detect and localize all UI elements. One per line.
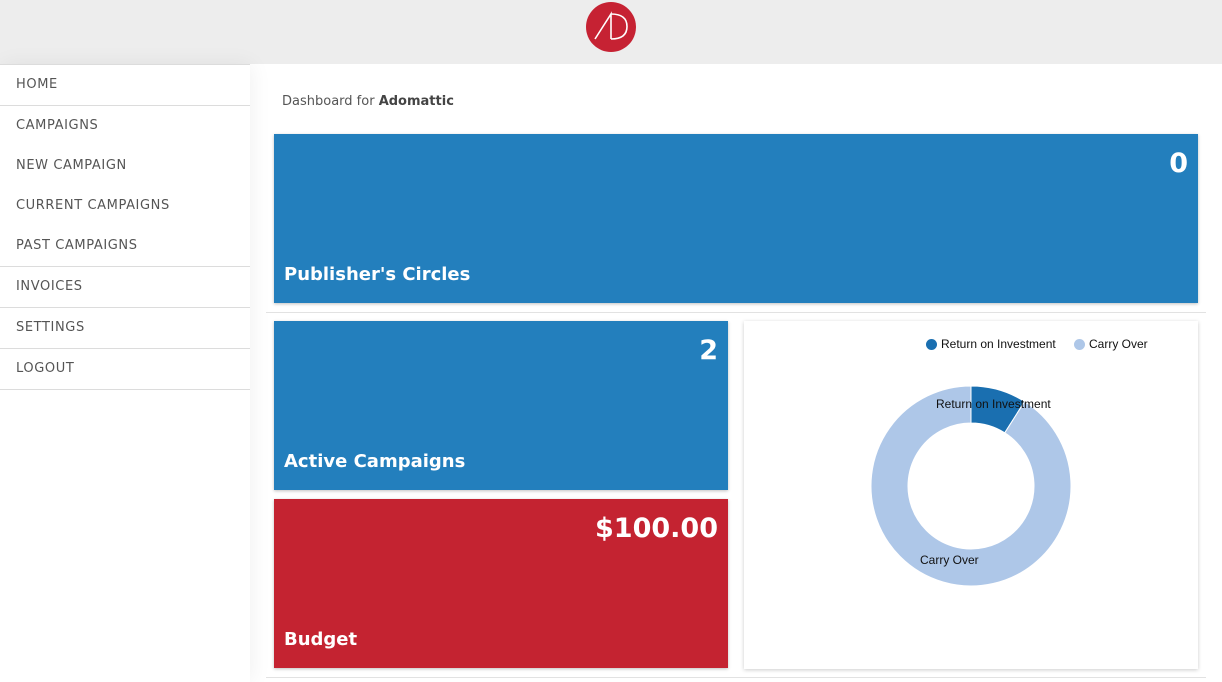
publishers-circles-card[interactable]: 0 Publisher's Circles [274, 134, 1198, 303]
logo-icon[interactable] [586, 2, 636, 52]
breadcrumb-account-name: Adomattic [378, 94, 454, 109]
sidebar-item-logout[interactable]: LOGOUT [0, 349, 250, 389]
sidebar-item-invoices[interactable]: INVOICES [0, 267, 250, 307]
sidebar-item-campaigns[interactable]: CAMPAIGNS [0, 106, 250, 146]
sidebar-item-new-campaign[interactable]: NEW CAMPAIGN [0, 146, 250, 186]
sidebar-item-settings[interactable]: SETTINGS [0, 308, 250, 348]
donut-label-carry-over: Carry Over [920, 553, 979, 567]
sidebar: HOME CAMPAIGNS NEW CAMPAIGN CURRENT CAMP… [0, 64, 250, 682]
active-campaigns-count: 2 [699, 335, 718, 366]
divider [266, 312, 1206, 313]
sidebar-item-home[interactable]: HOME [0, 65, 250, 105]
divider [0, 389, 250, 390]
roi-chart-card: Return on Investment Carry Over Return o… [744, 321, 1198, 669]
budget-label: Budget [284, 629, 358, 650]
budget-card[interactable]: $100.00 Budget [274, 499, 728, 668]
donut-label-roi: Return on Investment [936, 397, 1051, 411]
divider [266, 677, 1206, 678]
publishers-circles-count: 0 [1169, 148, 1188, 179]
main-content: Dashboard for Adomattic 0 Publisher's Ci… [250, 64, 1222, 682]
active-campaigns-card[interactable]: 2 Active Campaigns [274, 321, 728, 490]
active-campaigns-label: Active Campaigns [284, 451, 466, 472]
top-bar [0, 0, 1222, 64]
publishers-circles-label: Publisher's Circles [284, 264, 471, 285]
breadcrumb-prefix: Dashboard for [282, 94, 375, 109]
donut-chart: Return on Investment Carry Over [870, 385, 1072, 587]
breadcrumb: Dashboard for Adomattic [282, 94, 454, 109]
logo-mark [594, 11, 628, 40]
sidebar-item-current-campaigns[interactable]: CURRENT CAMPAIGNS [0, 186, 250, 226]
budget-amount: $100.00 [595, 513, 718, 544]
sidebar-item-past-campaigns[interactable]: PAST CAMPAIGNS [0, 226, 250, 266]
